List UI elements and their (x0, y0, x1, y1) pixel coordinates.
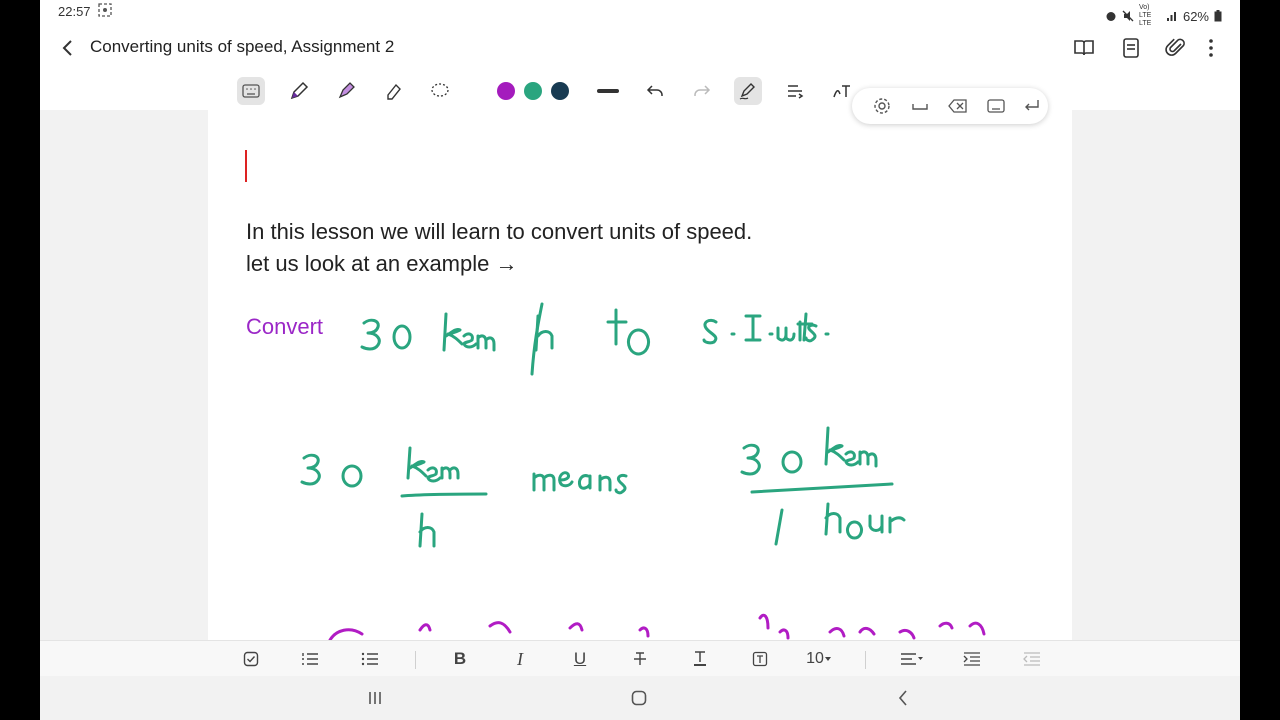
bullet-list-icon (361, 652, 378, 666)
font-size-dropdown[interactable]: 10 (802, 647, 836, 671)
ink-30-km-h-to-si-units (360, 302, 830, 376)
ink-30-km-over-h (300, 446, 488, 548)
handwriting-ink (300, 302, 986, 640)
backspace-icon[interactable] (948, 96, 968, 116)
numbered-list-icon (302, 653, 318, 665)
ink-means (532, 471, 628, 495)
enter-icon[interactable] (1022, 96, 1042, 116)
indent-button[interactable] (960, 647, 984, 671)
outdent-icon (1023, 652, 1040, 666)
font-size-value: 10 (806, 650, 824, 667)
text-box-button[interactable] (748, 647, 772, 671)
ink-30-km-per-1-hour (740, 426, 906, 546)
indent-icon (963, 652, 980, 666)
app-screen: 22:57 Vo) LTE LTE 62% Converting units o… (40, 0, 1240, 720)
bold-button[interactable]: B (448, 647, 472, 671)
text-color-icon (694, 651, 706, 666)
align-icon (901, 653, 923, 665)
settings-icon[interactable] (872, 96, 892, 116)
italic-button[interactable]: I (508, 647, 532, 671)
chevron-down-icon (824, 657, 831, 661)
bullet-list-button[interactable] (358, 647, 382, 671)
strikethrough-icon (634, 652, 646, 665)
handwriting-popup (852, 88, 1048, 124)
align-button[interactable] (898, 647, 926, 671)
numbered-list-button[interactable] (298, 647, 322, 671)
checkbox-icon (243, 651, 259, 667)
format-toolbar: B I U 10 (40, 640, 1240, 677)
keyboard-toggle-icon[interactable] (986, 96, 1006, 116)
home-icon[interactable] (629, 688, 649, 708)
left-bezel (0, 0, 40, 720)
nav-back-icon[interactable] (893, 688, 913, 708)
right-bezel (1240, 0, 1280, 720)
strikethrough-button[interactable] (628, 647, 652, 671)
text-box-icon (752, 651, 768, 667)
format-separator-2 (865, 651, 866, 669)
system-nav-bar (40, 676, 1240, 720)
space-icon[interactable] (910, 96, 930, 116)
underline-button[interactable]: U (568, 647, 592, 671)
checkbox-button[interactable] (239, 647, 263, 671)
format-separator-1 (415, 651, 416, 669)
text-color-button[interactable] (688, 647, 712, 671)
recents-icon[interactable] (365, 688, 385, 708)
outdent-button[interactable] (1020, 647, 1044, 671)
ink-purple-partial (328, 613, 986, 640)
